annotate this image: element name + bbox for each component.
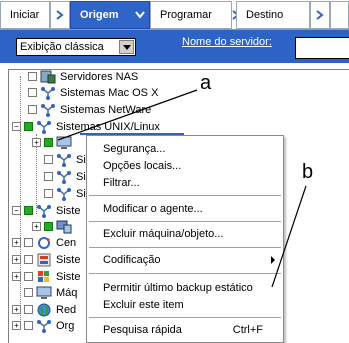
callout-lines	[57, 89, 307, 288]
callout-a-line	[57, 89, 198, 141]
callout-b-label: b	[302, 161, 314, 183]
callout-a-label: a	[200, 72, 212, 94]
callout-b-line	[271, 185, 307, 288]
